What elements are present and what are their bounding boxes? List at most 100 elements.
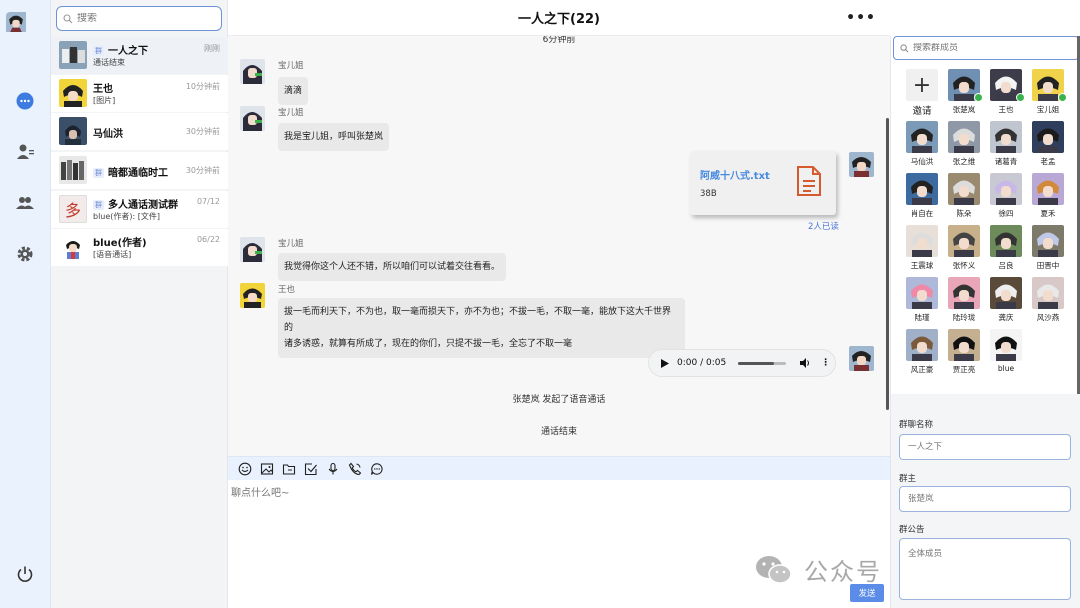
groups-icon[interactable] <box>14 192 36 214</box>
member-name: 吕良 <box>998 261 1014 270</box>
member-avatar <box>990 173 1022 205</box>
file-size: 38B <box>700 189 717 199</box>
read-status[interactable]: 2人已读 <box>808 220 839 232</box>
emoji-icon[interactable] <box>234 460 256 478</box>
member-item[interactable]: 贾正亮 <box>943 326 985 378</box>
conversation-name: 马仙洪 <box>93 129 123 140</box>
member-item[interactable]: 肖自在 <box>901 170 943 222</box>
member-item[interactable]: 田晋中 <box>1027 222 1069 274</box>
more-icon[interactable]: ••• <box>846 10 876 26</box>
group-name-field[interactable] <box>899 434 1071 460</box>
message-list[interactable]: 6分钟前 宝儿姐 滴滴 宝儿姐 我是宝儿姐，呼叫张楚岚 阿威十八式.txt 38… <box>228 36 890 456</box>
volume-icon[interactable] <box>800 358 811 368</box>
conversation-search-input[interactable] <box>77 13 207 24</box>
member-item[interactable]: 王也 <box>985 66 1027 118</box>
member-name: 王震球 <box>910 261 934 270</box>
member-item[interactable]: 陆瑾 <box>901 274 943 326</box>
group-owner-field[interactable] <box>899 486 1071 512</box>
conversation-preview: [图片] <box>93 96 116 105</box>
member-item[interactable]: 张之维 <box>943 118 985 170</box>
conversation-item[interactable]: 多 群多人通话测试群 07/12 blue(作者): [文件] <box>51 191 228 228</box>
message-bubble[interactable]: 我觉得你这个人还不错，所以咱们可以试着交往看看。 <box>278 253 507 281</box>
member-name: 徐四 <box>998 209 1014 218</box>
group-info: 群聊名称 群主 群公告 <box>891 394 1080 608</box>
member-item[interactable]: 老孟 <box>1027 118 1069 170</box>
member-name: 老孟 <box>1040 157 1056 166</box>
invite-button[interactable]: + 邀请 <box>901 66 943 118</box>
play-icon[interactable] <box>661 358 669 368</box>
member-name: 肖自在 <box>910 209 934 218</box>
member-item[interactable]: 宝儿姐 <box>1027 66 1069 118</box>
input-toolbar <box>228 456 890 480</box>
audio-progress[interactable] <box>738 361 787 365</box>
member-avatar <box>990 277 1022 309</box>
member-item[interactable]: 风正豪 <box>901 326 943 378</box>
group-notice-label: 群公告 <box>899 525 925 535</box>
member-item[interactable]: 吕良 <box>985 222 1027 274</box>
contacts-icon[interactable] <box>14 141 36 163</box>
sender-name: 宝儿姐 <box>278 108 304 118</box>
search-icon <box>900 43 909 52</box>
avatar <box>59 41 87 69</box>
member-item[interactable]: 陈朵 <box>943 170 985 222</box>
file-message[interactable]: 阿威十八式.txt 38B <box>690 151 836 215</box>
audio-menu-icon[interactable]: ⋮ <box>821 358 830 368</box>
message-scrollbar[interactable] <box>886 118 889 410</box>
conversation-item[interactable]: 马仙洪 30分钟前 <box>51 113 228 150</box>
conversation-search[interactable] <box>56 6 222 31</box>
conversation-item[interactable]: 群一人之下 刚刚 通话结束 <box>51 37 228 74</box>
send-button[interactable]: 发送 <box>850 584 884 602</box>
member-avatar <box>1032 173 1064 205</box>
group-owner-label: 群主 <box>899 474 917 484</box>
conversation-item[interactable]: 群暗都通临时工 30分钟前 <box>51 152 228 189</box>
member-item[interactable]: blue <box>985 326 1027 378</box>
member-item[interactable]: 龚庆 <box>985 274 1027 326</box>
message-bubble[interactable]: 滴滴 <box>278 77 309 105</box>
member-item[interactable]: 徐四 <box>985 170 1027 222</box>
conversation-name: 暗都通临时工 <box>108 168 168 179</box>
message-bubble[interactable]: 我是宝儿姐，呼叫张楚岚 <box>278 123 390 151</box>
microphone-icon[interactable] <box>322 460 344 478</box>
conversation-name: 多人通话测试群 <box>108 200 178 211</box>
conversation-time: 30分钟前 <box>185 166 220 175</box>
member-name: 张之维 <box>952 157 976 166</box>
member-item[interactable]: 马仙洪 <box>901 118 943 170</box>
audio-player[interactable]: 0:00 / 0:05 ⋮ <box>648 349 836 377</box>
member-item[interactable]: 张怀义 <box>943 222 985 274</box>
group-notice-field[interactable] <box>899 538 1071 600</box>
member-avatar <box>906 225 938 257</box>
member-name: 诸葛青 <box>994 157 1018 166</box>
member-search[interactable] <box>893 36 1079 60</box>
sender-name: 王也 <box>278 285 296 295</box>
phone-icon[interactable] <box>344 460 366 478</box>
power-icon[interactable] <box>14 563 36 585</box>
conversation-item[interactable]: blue(作者) 06/22 [语音通话] <box>51 229 228 266</box>
member-name: 龚庆 <box>998 313 1014 322</box>
member-item[interactable]: 诸葛青 <box>985 118 1027 170</box>
settings-icon[interactable] <box>14 243 36 265</box>
image-icon[interactable] <box>256 460 278 478</box>
member-avatar <box>948 277 980 309</box>
group-name-label: 群聊名称 <box>899 420 934 430</box>
member-avatar <box>948 173 980 205</box>
member-item[interactable]: 张楚岚 <box>943 66 985 118</box>
conversation-item[interactable]: 王也 10分钟前 [图片] <box>51 75 228 112</box>
online-indicator <box>974 93 983 102</box>
member-search-input[interactable] <box>913 43 1063 53</box>
member-item[interactable]: 陆玲珑 <box>943 274 985 326</box>
my-avatar[interactable] <box>6 12 44 50</box>
member-item[interactable]: 夏禾 <box>1027 170 1069 222</box>
avatar <box>240 283 265 308</box>
folder-icon[interactable] <box>278 460 300 478</box>
conversation-preview: blue(作者): [文件] <box>93 212 161 221</box>
member-item[interactable]: 风沙燕 <box>1027 274 1069 326</box>
chat-icon[interactable] <box>14 90 36 112</box>
message-text-line: 诸多诱惑，就算有所成了，现在的你们，只提不拔一毛，全忘了不取一毫 <box>284 339 573 349</box>
message-icon[interactable] <box>366 460 388 478</box>
check-icon[interactable] <box>300 460 322 478</box>
plus-icon: + <box>906 69 938 101</box>
member-item[interactable]: 王震球 <box>901 222 943 274</box>
system-message: 张楚岚 发起了语音通话 <box>512 395 606 405</box>
message-bubble[interactable]: 拔一毛而利天下，不为也，取一毫而损天下，亦不为也；不拔一毛，不取一毫，能放下这大… <box>278 298 685 358</box>
conversation-list: 群一人之下 刚刚 通话结束 王也 10分钟前 [图片] 马仙洪 30分钟前 群暗… <box>51 0 228 608</box>
